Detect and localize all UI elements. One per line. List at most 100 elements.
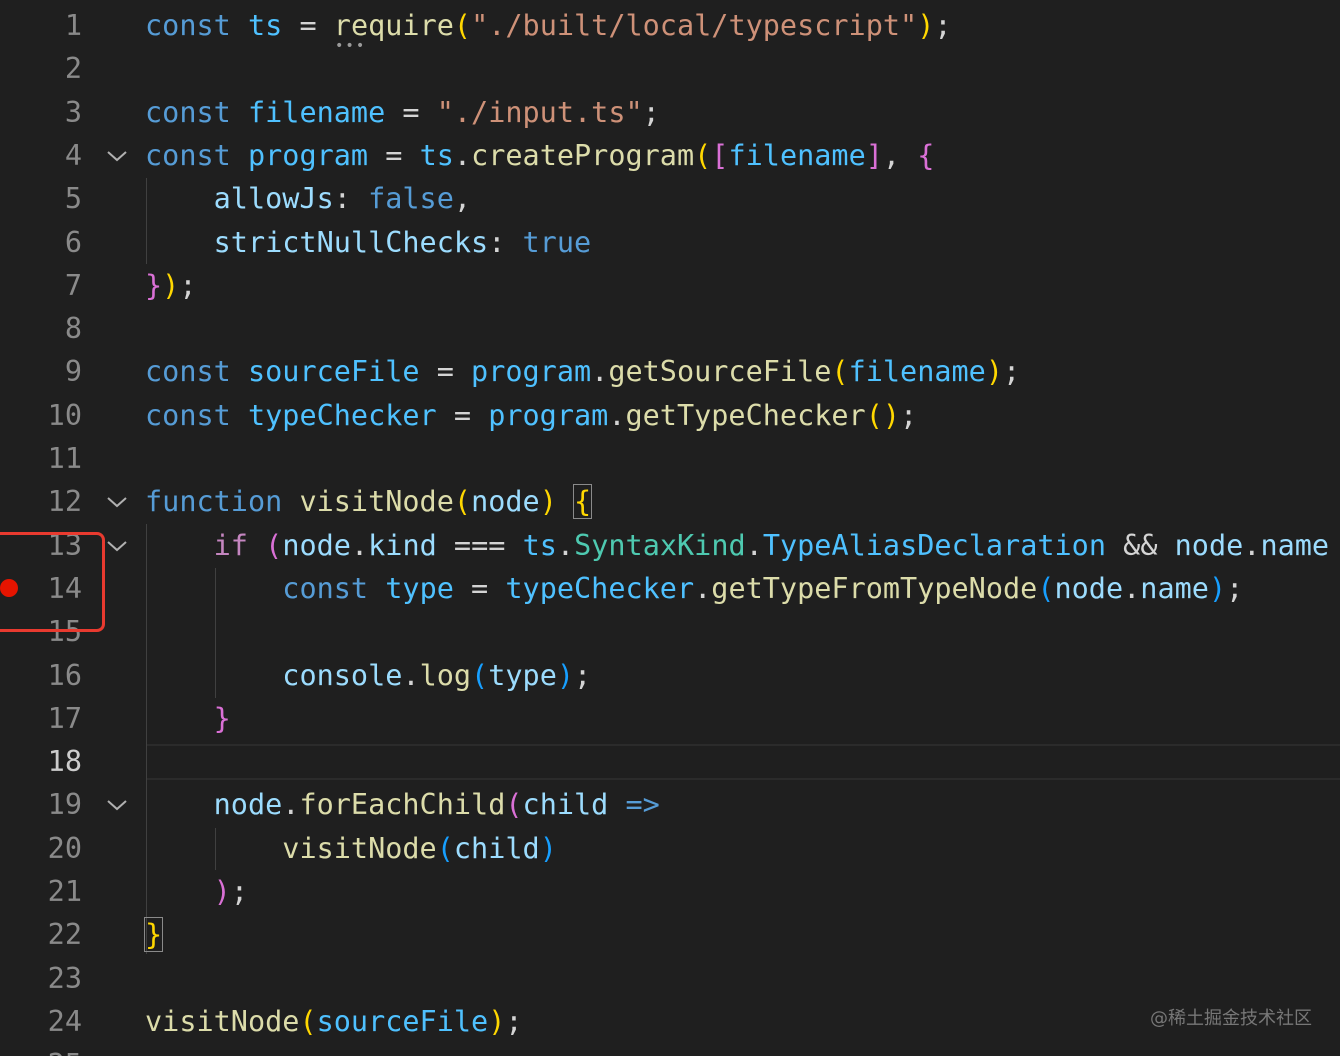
code-line[interactable]: 17 } [0,697,1340,741]
code-line[interactable]: 20 visitNode(child) [0,827,1340,871]
code-token: ) [162,268,180,302]
line-number[interactable]: 1 [0,4,82,48]
fold-chevron-icon[interactable] [106,148,128,164]
line-number[interactable]: 18 [0,740,82,784]
code-line[interactable]: 10 const typeChecker = program.getTypeChe… [0,394,1340,438]
code-token: ) [985,355,1004,389]
code-text[interactable]: const typeChecker = program.getTypeCheck… [145,394,917,438]
code-text[interactable]: const program = ts.createProgram([filena… [145,134,934,178]
code-token: ts [419,138,454,172]
line-number[interactable]: 23 [0,957,82,1001]
code-token: = [453,571,506,605]
code-token: . [282,788,300,822]
code-line[interactable]: 16 console.log(type); [0,654,1340,698]
line-number[interactable]: 17 [0,697,82,741]
line-number[interactable]: 9 [0,350,82,394]
code-token: ; [230,875,248,908]
code-token: "./built/local/typescript" [471,9,918,42]
code-token: . [745,528,763,562]
line-number[interactable]: 7 [0,264,82,308]
code-text[interactable]: allowJs: false, [145,177,471,221]
line-number[interactable]: 16 [0,654,82,698]
code-token: . [1123,571,1141,605]
code-token: true [522,225,592,259]
code-line[interactable]: 8 [0,307,1340,351]
code-token: program [471,355,592,389]
code-text[interactable]: const filename = "./input.ts"; [145,91,660,135]
code-token: ts [522,528,557,562]
code-token: . [556,528,575,562]
code-line[interactable]: 5 allowJs: false, [0,177,1340,221]
line-number[interactable]: 3 [0,91,82,135]
code-text[interactable]: if (node.kind === ts.SyntaxKind.TypeAlia… [145,524,1329,568]
code-line[interactable]: 11 [0,437,1340,481]
line-number[interactable]: 10 [0,394,82,438]
code-text[interactable]: visitNode(child) [145,827,557,871]
code-token: const [145,138,231,172]
line-number[interactable]: 24 [0,1000,82,1044]
line-number[interactable]: 20 [0,827,82,871]
line-number[interactable]: 19 [0,783,82,827]
line-number[interactable]: 21 [0,870,82,914]
code-token: } [213,701,231,735]
code-text[interactable]: function visitNode(node) { [145,480,593,524]
code-text[interactable]: strictNullChecks: true [145,221,592,265]
code-text[interactable]: const ts = require("./built/local/typesc… [145,4,952,48]
code-editor[interactable]: 1 const ts = require("./built/local/types… [0,0,1340,1056]
line-number[interactable]: 2 [0,47,82,91]
code-token: allowJs [213,182,334,216]
fold-chevron-icon[interactable] [106,494,128,510]
code-line[interactable]: 21 ); [0,870,1340,914]
code-text[interactable]: console.log(type); [145,654,591,698]
code-line[interactable]: 4 const program = ts.createProgram([filen… [0,134,1340,178]
code-text[interactable]: const sourceFile = program.getSourceFile… [145,350,1020,394]
code-line[interactable]: 15 [0,610,1340,654]
code-line[interactable]: 24 visitNode(sourceFile); [0,1000,1340,1044]
code-line[interactable]: 1 const ts = require("./built/local/types… [0,4,1340,48]
watermark: @稀土掘金技术社区 [1150,1008,1312,1029]
code-text[interactable]: }); [145,264,197,308]
fold-chevron-icon[interactable] [106,797,128,813]
code-text[interactable]: visitNode(sourceFile); [145,1000,523,1044]
line-number[interactable]: 6 [0,221,82,265]
code-text[interactable]: } [143,913,164,957]
code-line[interactable]: 14 const type = typeChecker.getTypeFromT… [0,567,1340,611]
code-line[interactable]: 2 [0,47,1340,91]
fold-chevron-icon[interactable] [106,538,128,554]
code-text[interactable]: node.forEachChild(child => [145,783,660,827]
code-line[interactable]: 6 strictNullChecks: true [0,221,1340,265]
code-text[interactable]: ); [145,870,248,914]
code-line[interactable]: 18 [0,740,1340,784]
line-number[interactable]: 5 [0,177,82,221]
code-token: ) [488,1004,506,1038]
code-line[interactable]: 23 [0,957,1340,1001]
code-token: TypeAliasDeclaration [762,528,1106,562]
line-number[interactable]: 11 [0,437,82,481]
code-text[interactable]: const type = typeChecker.getTypeFromType… [145,567,1243,611]
code-line[interactable]: 25 [0,1043,1340,1056]
code-line[interactable]: 19 node.forEachChild(child => [0,783,1340,827]
line-number[interactable]: 8 [0,307,82,351]
line-number[interactable]: 25 [0,1043,82,1056]
code-line[interactable]: 22} [0,913,1340,957]
line-number[interactable]: 22 [0,913,82,957]
code-text[interactable]: } [145,697,231,741]
code-line[interactable]: 7}); [0,264,1340,308]
code-line[interactable]: 3 const filename = "./input.ts"; [0,91,1340,135]
line-number[interactable]: 4 [0,134,82,178]
code-line[interactable]: 13 if (node.kind === ts.SyntaxKind.TypeA… [0,524,1340,568]
code-token: filename [247,95,386,129]
code-token: = [385,95,437,129]
code-token: ; [179,268,197,302]
code-token: visitNode [299,485,454,519]
line-number[interactable]: 12 [0,480,82,524]
code-line[interactable]: 9 const sourceFile = program.getSourceFil… [0,350,1340,394]
suggestion-dots[interactable]: ••• [335,39,366,53]
code-line[interactable]: 12 function visitNode(node) { [0,480,1340,524]
